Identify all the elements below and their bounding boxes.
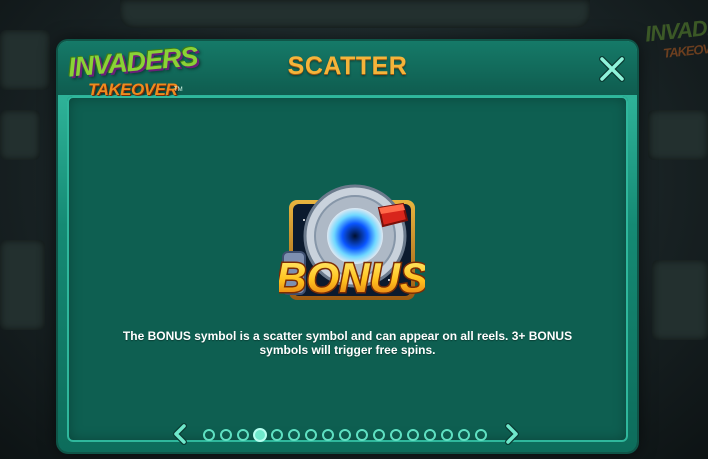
- page-dot[interactable]: [271, 429, 283, 441]
- page-dot[interactable]: [458, 429, 470, 441]
- page-dot[interactable]: [253, 428, 267, 442]
- page-dot[interactable]: [203, 429, 215, 441]
- page-dot[interactable]: [424, 429, 436, 441]
- paytable-modal: SCATTER INVADERS TAKEOVER TM BONUS The B…: [58, 41, 637, 452]
- game-logo-line1: INVADERS: [66, 41, 199, 83]
- page-dot[interactable]: [237, 429, 249, 441]
- background-panel-right: [648, 110, 708, 160]
- background-panel-left: [0, 110, 40, 160]
- background-panel-right: [652, 260, 708, 340]
- chevron-left-icon: [173, 423, 187, 445]
- page-dot[interactable]: [220, 429, 232, 441]
- scatter-description: The BONUS symbol is a scatter symbol and…: [122, 329, 573, 357]
- bonus-symbol: BONUS: [275, 180, 429, 308]
- page-dot[interactable]: [356, 429, 368, 441]
- page-dot[interactable]: [288, 429, 300, 441]
- page-dot[interactable]: [407, 429, 419, 441]
- page-dot[interactable]: [373, 429, 385, 441]
- page-dot[interactable]: [475, 429, 487, 441]
- page-dot[interactable]: [322, 429, 334, 441]
- bonus-symbol-label: BONUS: [279, 254, 425, 301]
- close-x-icon: [599, 56, 625, 82]
- pagination: [67, 423, 628, 445]
- page-dot[interactable]: [339, 429, 351, 441]
- page-dot[interactable]: [390, 429, 402, 441]
- chevron-right-icon: [505, 423, 519, 445]
- previous-page-button[interactable]: [171, 423, 189, 445]
- trademark-mark: TM: [174, 87, 183, 93]
- background-panel-left: [0, 240, 45, 330]
- close-button[interactable]: [597, 53, 627, 83]
- background-panel-top: [120, 0, 590, 28]
- page-dot[interactable]: [305, 429, 317, 441]
- page-dot[interactable]: [441, 429, 453, 441]
- background-panel-left: [0, 30, 50, 90]
- next-page-button[interactable]: [503, 423, 521, 445]
- content-panel: BONUS The BONUS symbol is a scatter symb…: [67, 96, 628, 445]
- background-game-logo: INVADERS TAKEOVER: [644, 11, 708, 67]
